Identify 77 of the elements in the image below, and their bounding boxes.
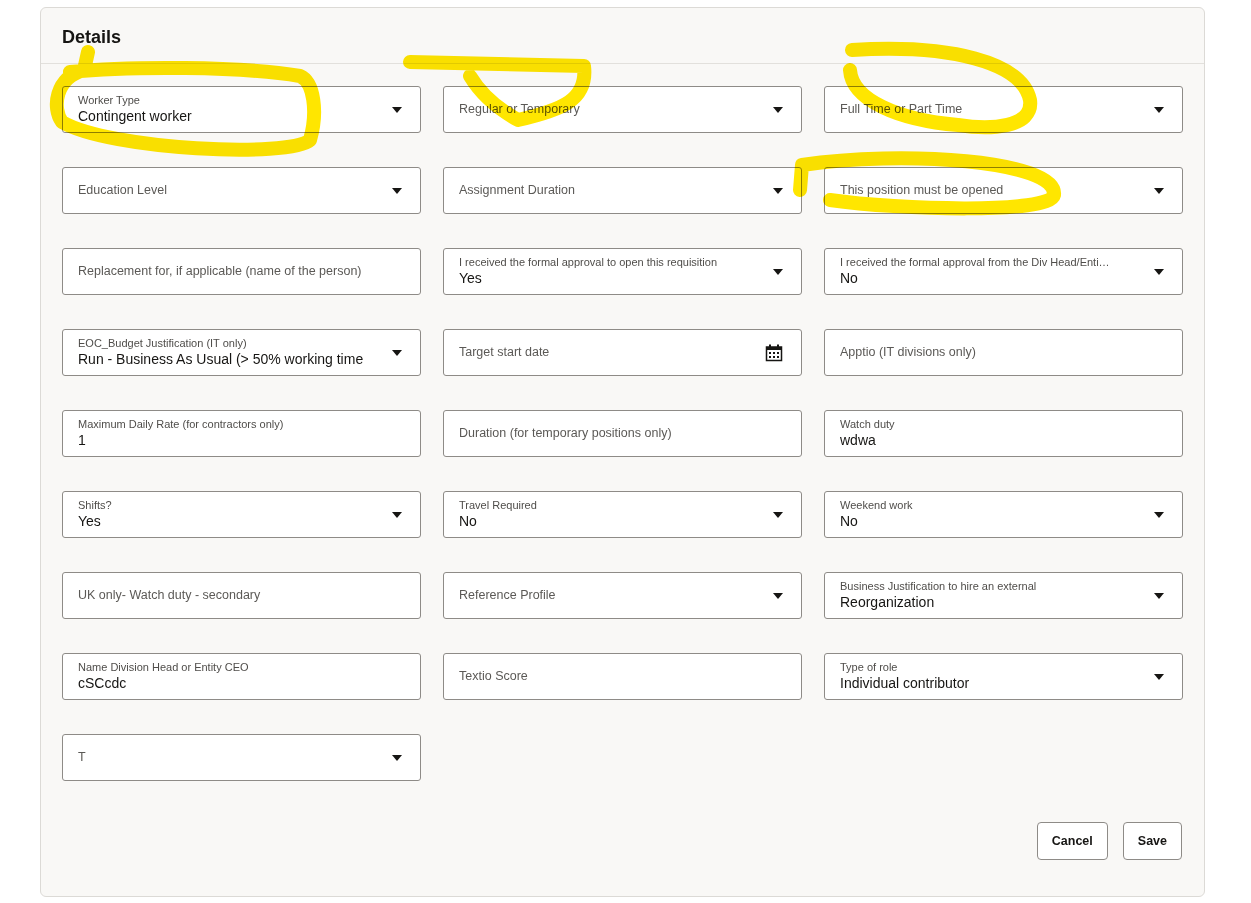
- dropdown-caret-icon: [1154, 592, 1164, 599]
- field-label: I received the formal approval from the Div Head/Enti…: [840, 256, 1111, 269]
- field-value: Reorganization: [840, 593, 936, 611]
- input-field[interactable]: Apptio (IT divisions only): [824, 329, 1183, 376]
- input-field[interactable]: Duration (for temporary positions only): [443, 410, 802, 457]
- field-placeholder: Replacement for, if applicable (name of the person): [78, 263, 363, 281]
- input-field[interactable]: Replacement for, if applicable (name of the person): [62, 248, 421, 295]
- field-placeholder: Education Level: [78, 182, 168, 200]
- field-label: Type of role: [840, 661, 899, 674]
- select-field[interactable]: I received the formal approval from the Div Head/Enti… No: [824, 248, 1183, 295]
- field-placeholder: Textio Score: [459, 668, 529, 686]
- select-field[interactable]: Reference Profile: [443, 572, 802, 619]
- field-label: Worker Type: [78, 94, 141, 107]
- select-field[interactable]: Worker Type Contingent worker: [62, 86, 421, 133]
- field-value: Run - Business As Usual (> 50% working time: [78, 350, 365, 368]
- select-field[interactable]: Shifts? Yes: [62, 491, 421, 538]
- field-value: No: [840, 512, 859, 530]
- field-label: Shifts?: [78, 499, 113, 512]
- field-value: wdwa: [840, 431, 877, 449]
- field-placeholder: Apptio (IT divisions only): [840, 344, 977, 362]
- input-field[interactable]: Textio Score: [443, 653, 802, 700]
- dropdown-caret-icon: [392, 349, 402, 356]
- input-field[interactable]: UK only- Watch duty - secondary: [62, 572, 421, 619]
- field-label: Business Justification to hire an external: [840, 580, 1038, 593]
- dropdown-caret-icon: [1154, 187, 1164, 194]
- select-field[interactable]: I received the formal approval to open this requisition Yes: [443, 248, 802, 295]
- select-field[interactable]: Education Level: [62, 167, 421, 214]
- field-value: Yes: [459, 269, 483, 287]
- input-field[interactable]: Name Division Head or Entity CEO cSCcdc: [62, 653, 421, 700]
- select-field[interactable]: Weekend work No: [824, 491, 1183, 538]
- dropdown-caret-icon: [392, 187, 402, 194]
- field-label: I received the formal approval to open this requisition: [459, 256, 719, 269]
- dropdown-caret-icon: [773, 592, 783, 599]
- dropdown-caret-icon: [392, 106, 402, 113]
- select-field[interactable]: Business Justification to hire an external Reorganization: [824, 572, 1183, 619]
- dropdown-caret-icon: [1154, 673, 1164, 680]
- dropdown-caret-icon: [773, 187, 783, 194]
- field-value: No: [459, 512, 478, 530]
- field-value: Contingent worker: [78, 107, 193, 125]
- dropdown-caret-icon: [392, 754, 402, 761]
- select-field[interactable]: Travel Required No: [443, 491, 802, 538]
- field-label: Weekend work: [840, 499, 914, 512]
- field-placeholder: UK only- Watch duty - secondary: [78, 587, 262, 605]
- dropdown-caret-icon: [773, 268, 783, 275]
- field-placeholder: Duration (for temporary positions only): [459, 425, 673, 443]
- field-label: EOC_Budget Justification (IT only): [78, 337, 248, 350]
- field-label: Maximum Daily Rate (for contractors only): [78, 418, 285, 431]
- input-field[interactable]: Watch duty wdwa: [824, 410, 1183, 457]
- dropdown-caret-icon: [392, 511, 402, 518]
- date-field[interactable]: Target start date: [443, 329, 802, 376]
- field-placeholder: Target start date: [459, 344, 551, 362]
- field-placeholder: Reference Profile: [459, 587, 557, 605]
- field-placeholder: This position must be opened: [840, 182, 1005, 200]
- field-value: No: [840, 269, 859, 287]
- dropdown-caret-icon: [1154, 106, 1164, 113]
- field-label: Name Division Head or Entity CEO: [78, 661, 250, 674]
- select-field[interactable]: Type of role Individual contributor: [824, 653, 1183, 700]
- field-label: Travel Required: [459, 499, 538, 512]
- select-field[interactable]: EOC_Budget Justification (IT only) Run - Business As Usual (> 50% working time: [62, 329, 421, 376]
- field-value: Individual contributor: [840, 674, 971, 692]
- dropdown-caret-icon: [773, 511, 783, 518]
- select-field[interactable]: Assignment Duration: [443, 167, 802, 214]
- select-field[interactable]: T: [62, 734, 421, 781]
- dropdown-caret-icon: [1154, 268, 1164, 275]
- input-field[interactable]: Maximum Daily Rate (for contractors only) 1: [62, 410, 421, 457]
- calendar-icon: [765, 343, 783, 362]
- field-label: Watch duty: [840, 418, 896, 431]
- field-value: 1: [78, 431, 87, 449]
- dropdown-caret-icon: [1154, 511, 1164, 518]
- field-value: Yes: [78, 512, 102, 530]
- field-value: cSCcdc: [78, 674, 128, 692]
- section-title: Details: [62, 26, 123, 49]
- save-button[interactable]: Save: [1122, 822, 1182, 860]
- field-placeholder: Assignment Duration: [459, 182, 577, 200]
- cancel-button[interactable]: Cancel: [1036, 822, 1108, 860]
- field-placeholder: T: [78, 749, 87, 767]
- dropdown-caret-icon: [773, 106, 783, 113]
